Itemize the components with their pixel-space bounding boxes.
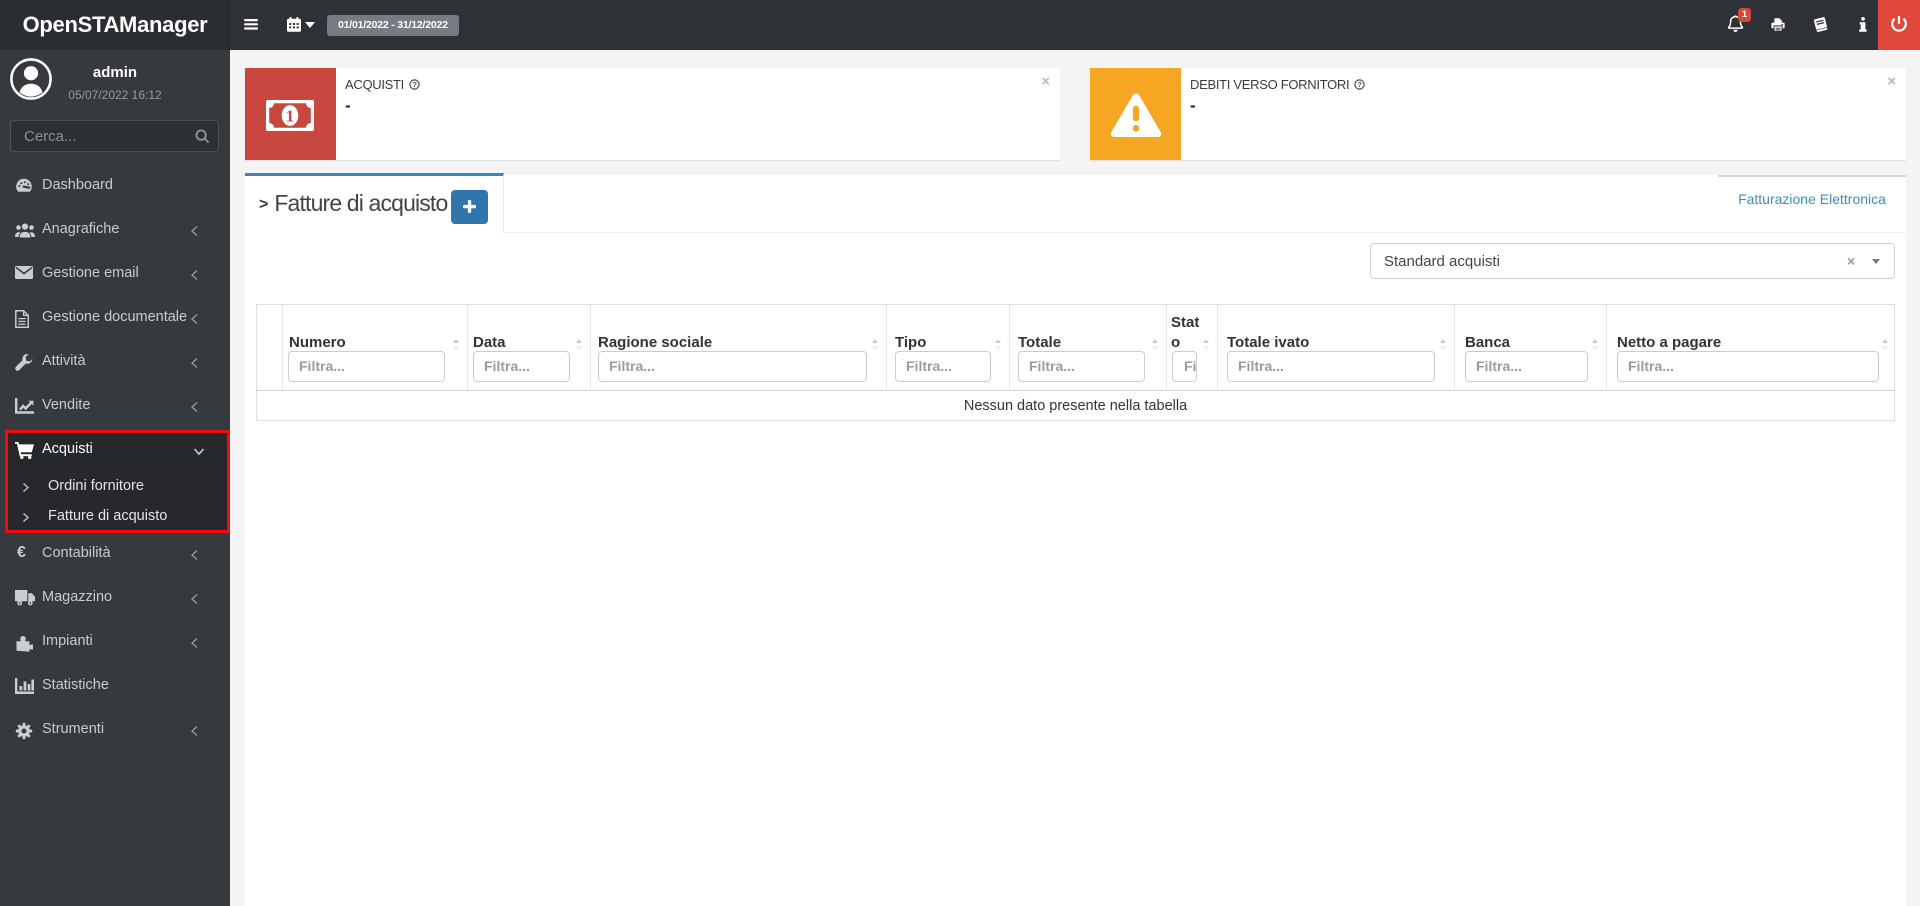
svg-text:?: ? xyxy=(1358,80,1363,89)
svg-text:?: ? xyxy=(412,80,417,89)
svg-text:1: 1 xyxy=(286,107,295,126)
